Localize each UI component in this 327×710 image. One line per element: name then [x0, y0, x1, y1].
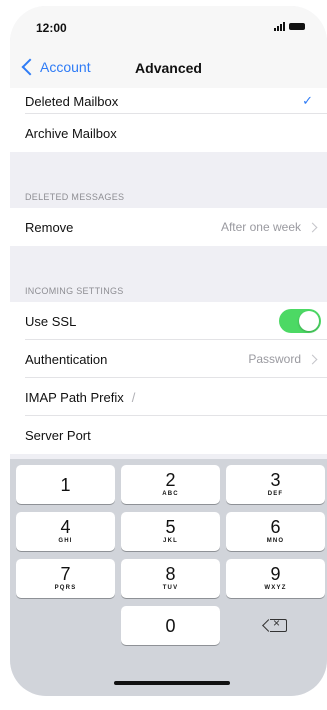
remove-row[interactable]: Remove After one week — [10, 208, 327, 246]
delete-backspace-icon — [270, 616, 287, 632]
key-digit: 0 — [165, 616, 176, 636]
authentication-label: Authentication — [25, 351, 108, 367]
nav-bar: Account Advanced — [10, 50, 327, 88]
key-letters: GHI — [58, 538, 73, 544]
chevron-right-icon — [307, 354, 318, 364]
key-letters: WXYZ — [264, 585, 287, 591]
settings-list: Deleted Mailbox ✓ Archive Mailbox DELETE… — [10, 88, 327, 454]
key-digit: 2 — [165, 470, 176, 490]
key-letters: JKL — [163, 538, 178, 544]
key-digit: 8 — [165, 564, 176, 584]
imap-path-prefix-label: IMAP Path Prefix — [25, 389, 124, 405]
key-digit: 9 — [270, 564, 281, 584]
use-ssl-row: Use SSL — [10, 302, 327, 340]
imap-path-prefix-field[interactable]: / — [132, 390, 136, 405]
key-3[interactable]: 3 DEF — [226, 465, 325, 504]
use-ssl-label: Use SSL — [25, 313, 77, 329]
page-title: Advanced — [135, 60, 202, 76]
use-ssl-toggle[interactable] — [279, 309, 321, 333]
battery-icon — [289, 23, 305, 30]
status-bar: 12:00 — [10, 6, 327, 50]
key-letters: ABC — [162, 491, 179, 497]
authentication-row[interactable]: Authentication Password — [10, 340, 327, 378]
key-8[interactable]: 8 TUV — [121, 559, 220, 598]
remove-label: Remove — [25, 219, 74, 235]
key-digit: 1 — [60, 475, 71, 495]
deleted-mailbox-row[interactable]: Deleted Mailbox ✓ — [10, 88, 327, 114]
status-time: 12:00 — [36, 21, 67, 35]
phone-screen: 12:00 Account Advanced Deleted Mailbox ✓… — [10, 6, 327, 696]
key-letters: PQRS — [54, 585, 77, 591]
key-9[interactable]: 9 WXYZ — [226, 559, 325, 598]
key-digit: 5 — [165, 517, 176, 537]
numeric-keypad: 1 2 ABC 3 DEF 4 GHI 5 JKL 6 MNO 7 PQRS 8… — [10, 459, 327, 696]
key-letters: DEF — [267, 491, 284, 497]
cellular-signal-icon — [274, 22, 285, 31]
deleted-messages-header: DELETED MESSAGES — [10, 182, 327, 208]
server-port-label: Server Port — [25, 427, 91, 443]
remove-value: After one week — [220, 220, 301, 234]
section-gap — [10, 152, 327, 182]
section-gap — [10, 246, 327, 276]
archive-mailbox-row[interactable]: Archive Mailbox — [10, 114, 327, 152]
key-2[interactable]: 2 ABC — [121, 465, 220, 504]
key-6[interactable]: 6 MNO — [226, 512, 325, 551]
archive-mailbox-label: Archive Mailbox — [25, 125, 117, 141]
delete-key[interactable] — [226, 606, 325, 645]
key-1[interactable]: 1 — [16, 465, 115, 504]
key-7[interactable]: 7 PQRS — [16, 559, 115, 598]
key-5[interactable]: 5 JKL — [121, 512, 220, 551]
status-icons — [274, 22, 305, 31]
chevron-right-icon — [307, 222, 318, 232]
key-letters: TUV — [162, 585, 179, 591]
key-digit: 7 — [60, 564, 71, 584]
key-digit: 4 — [60, 517, 71, 537]
server-port-row[interactable]: Server Port — [10, 416, 327, 454]
incoming-settings-header: INCOMING SETTINGS — [10, 276, 327, 302]
key-digit: 3 — [270, 470, 281, 490]
deleted-mailbox-label: Deleted Mailbox — [25, 93, 119, 109]
checkmark-icon: ✓ — [302, 93, 313, 108]
authentication-value: Password — [248, 352, 301, 366]
key-letters: MNO — [266, 538, 285, 544]
imap-path-prefix-row[interactable]: IMAP Path Prefix / — [10, 378, 327, 416]
home-indicator[interactable] — [114, 681, 230, 685]
key-4[interactable]: 4 GHI — [16, 512, 115, 551]
key-digit: 6 — [270, 517, 281, 537]
key-0[interactable]: 0 — [121, 606, 220, 645]
toggle-knob — [299, 311, 319, 331]
